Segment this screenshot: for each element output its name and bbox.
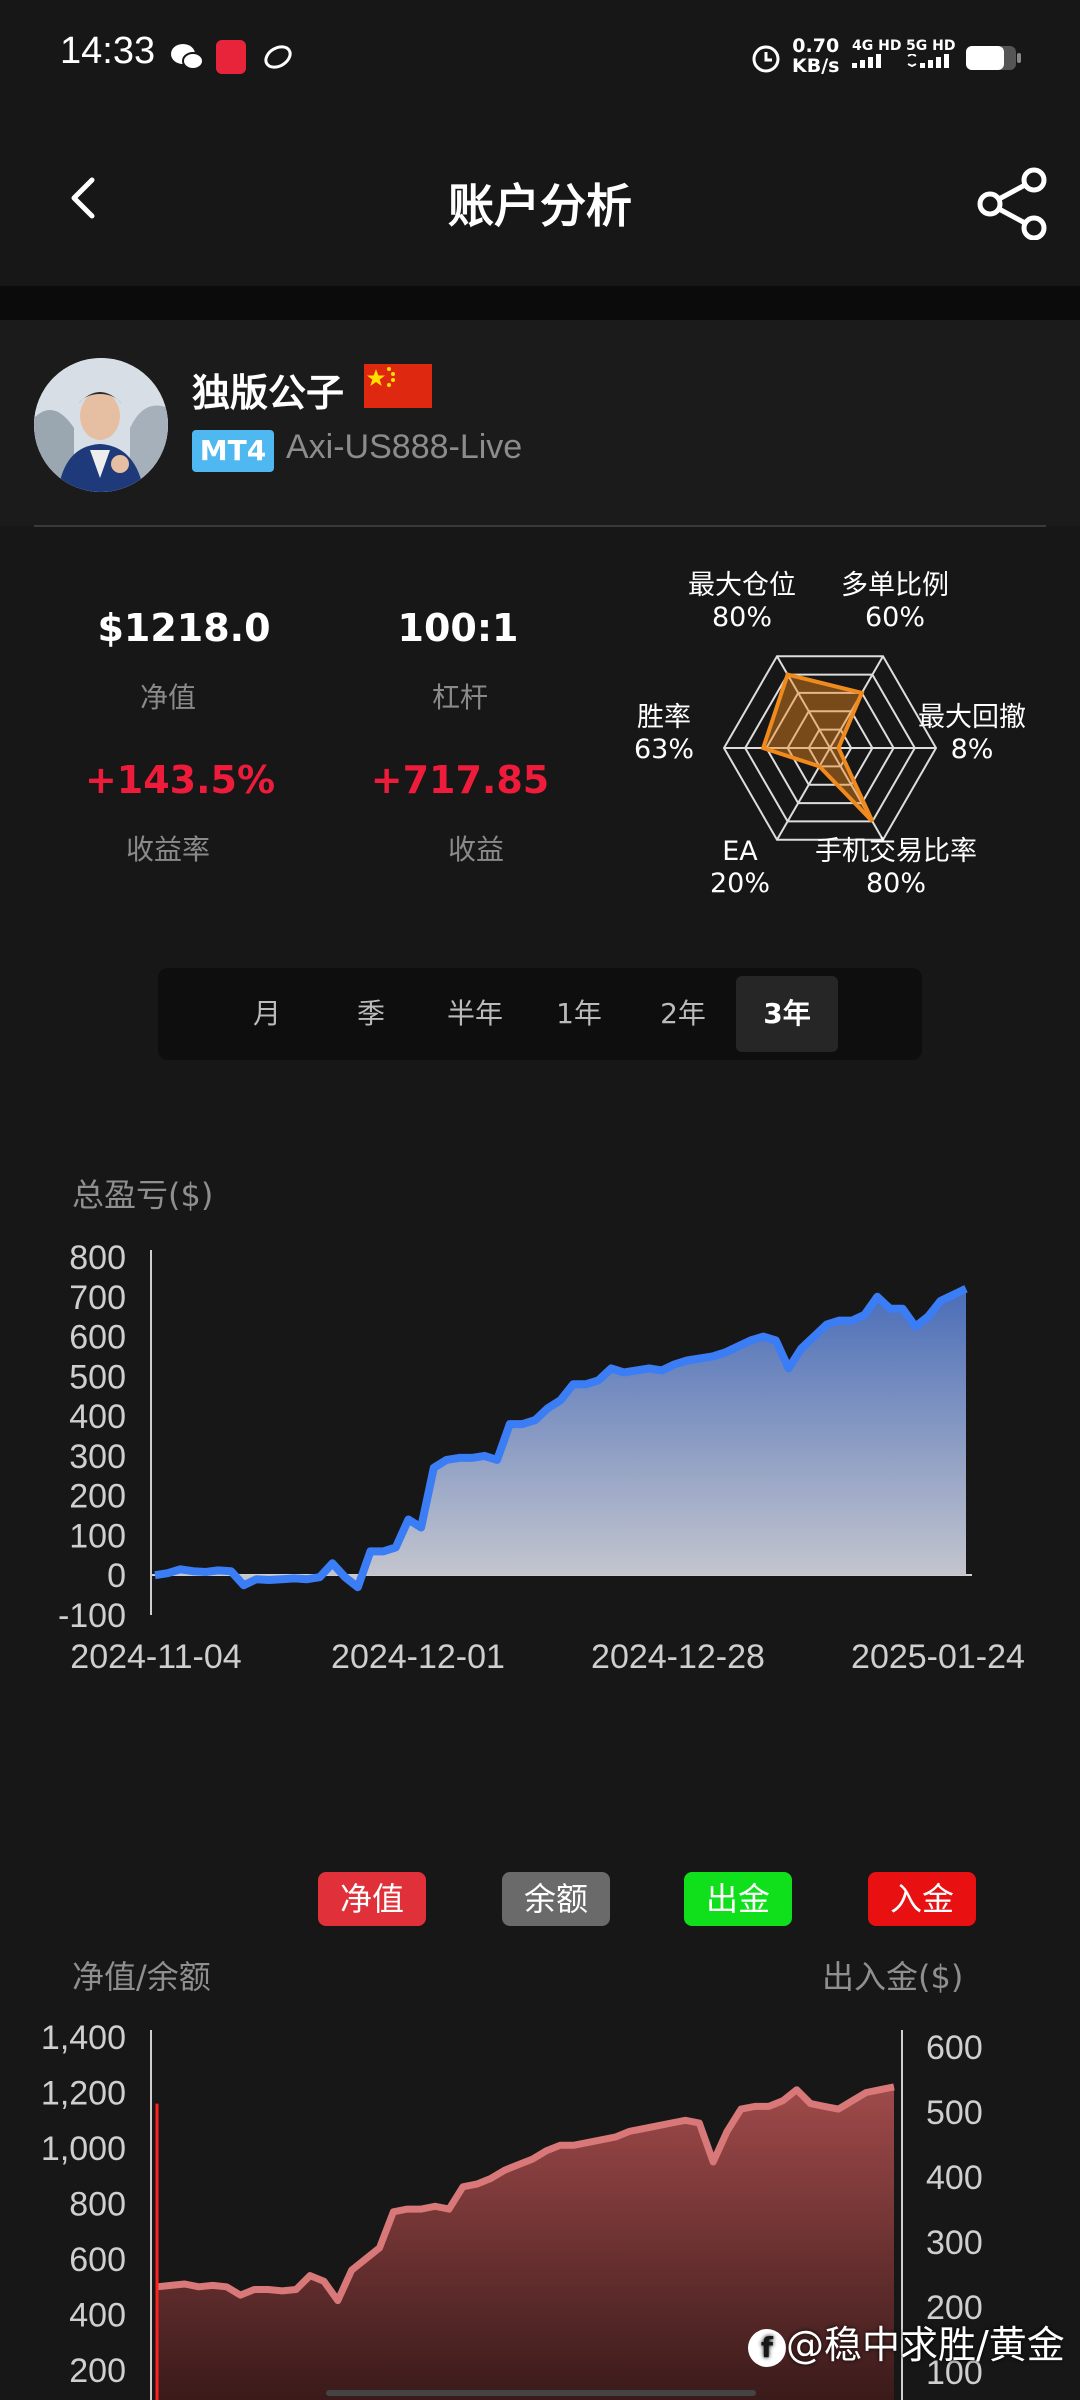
chart2-y2-tick: 400 [926,2159,983,2197]
leverage-value: 100:1 [397,606,519,650]
radar-axis-value: 80% [712,602,772,633]
divider [34,525,1046,527]
return-label: 收益率 [125,833,210,866]
chart2-y-tick: 400 [69,2297,126,2335]
chart1-y-tick: 400 [69,1398,126,1436]
chart1-ylabel: 总盈亏($) [72,1176,214,1214]
speed-value: 0.70 [792,35,840,57]
chart2-y-tick: 1,000 [41,2130,126,2168]
radar-axis-value: 8% [951,734,994,765]
chart2-y2-tick: 500 [926,2094,983,2132]
sync-icon [264,45,292,69]
section-divider [0,286,1080,320]
chart1-y-tick: 0 [107,1557,126,1595]
chart2-ylabel: 净值/余额 [72,1958,211,1996]
equity-label: 净值 [139,681,196,714]
equity-value: $1218.0 [97,606,271,650]
chart1-y-tick: 600 [69,1319,126,1357]
chart2-y2label: 出入金($) [822,1958,964,1996]
app-notification-icon [216,40,246,74]
signal-2: 5G HD [906,38,956,72]
radar-axis-label: 手机交易比率 [815,836,977,867]
chart1-y-tick: 100 [69,1517,126,1555]
period-tabs: 月季半年 1年 2年 3年 [158,968,922,1060]
legend-item-1[interactable]: 净值 [318,1872,426,1926]
watermark-logo-icon: f [748,2328,786,2367]
radar-axis-value: 20% [710,868,770,899]
radar-axis-label: 最大仓位 [688,570,796,601]
avatar[interactable] [34,358,168,492]
radar-axis-label: 最大回撤 [918,702,1026,733]
platform-badge: MT4 [192,430,274,472]
chart2-y2-tick: 300 [926,2224,983,2262]
chart2-y-tick: 800 [69,2186,126,2224]
app-header: 账户分析 [0,110,1080,286]
chart1-y-tick: 200 [69,1478,126,1516]
avatar-image [34,358,168,492]
chart1-y-tick: 500 [69,1358,126,1396]
chart2-y-tick: 1,200 [41,2075,126,2113]
chart2-y-tick: 200 [69,2352,126,2390]
tab-3[interactable]: 半年 [424,968,526,1060]
network-speed: 0.70 KB/s [792,36,839,76]
legend-item-3[interactable]: 出金 [684,1872,792,1926]
signal-bars-icon [852,54,881,68]
tab-2[interactable]: 季 [320,968,422,1060]
page-title: 账户分析 [448,179,632,233]
signal-2-label: 5G HD [906,38,956,54]
scrollbar[interactable] [326,2390,756,2396]
status-time: 14:33 [60,30,156,72]
watermark: f @稳中求胜/黄金 [748,2314,1065,2369]
signal-bars-icon [907,52,949,68]
watermark-text: @稳中求胜/黄金 [786,2323,1065,2367]
radar-axis-value: 60% [865,602,925,633]
return-value: +143.5% [84,758,276,802]
tab-1[interactable]: 月 [216,968,318,1060]
chart2-y-tick: 600 [69,2241,126,2279]
chart2-y-tick: 1,400 [41,2019,126,2057]
chart1-x-tick: 2024-12-01 [331,1638,505,1676]
china-flag-icon [364,364,432,408]
pnl-area-chart: 8007006005004003002001000-100 2024-11-04… [58,1239,1025,1676]
signal-1: 4G HD [852,38,901,72]
radar-axis-value: 63% [634,734,694,765]
radar-axis-label: 胜率 [637,702,691,733]
wechat-icon [171,44,204,70]
profit-value: +717.85 [370,758,550,802]
server-name: Axi-US888-Live [286,428,523,466]
chart1-x-tick: 2025-01-24 [851,1638,1025,1676]
signal-1-label: 4G HD [852,38,902,54]
status-bar: 14:33 0.70 KB/s 4G HD 5G HD [0,0,1080,110]
chart1-x-tick: 2024-12-28 [591,1638,765,1676]
legend-item-2[interactable]: 余额 [502,1872,610,1926]
battery-icon [966,46,1021,70]
chart1-y-tick: 800 [69,1239,126,1277]
profit-label: 收益 [447,833,504,866]
tab-4[interactable]: 1年 [528,968,630,1060]
chart1-y-tick: -100 [58,1597,126,1635]
radar-axis-value: 80% [866,868,926,899]
profile-card: 独版公子 MT4 Axi-US888-Live [0,320,1080,526]
radar-chart: 最大仓位80%多单比例60%最大回撤8%手机交易比率80%EA20%胜率63% [634,570,1026,899]
chart1-y-tick: 700 [69,1279,126,1317]
radar-axis-label: 多单比例 [841,570,949,601]
speed-unit: KB/s [792,55,840,77]
chart1-x-tick: 2024-11-04 [70,1638,241,1676]
chart1-area [155,1288,966,1588]
tab-5[interactable]: 2年 [632,968,734,1060]
username: 独版公子 [192,371,345,415]
radar-axis-label: EA [722,836,758,867]
share-icon[interactable] [974,166,1052,240]
tab-6[interactable]: 3年 [736,976,838,1052]
chart2-y2-tick: 600 [926,2029,983,2067]
alarm-icon [752,45,780,73]
legend-item-4[interactable]: 入金 [868,1872,976,1926]
leverage-label: 杠杆 [431,681,488,714]
chart1-y-tick: 300 [69,1438,126,1476]
